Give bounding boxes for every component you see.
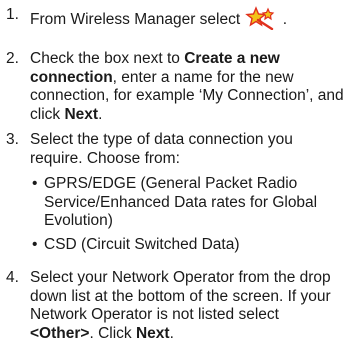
connection-type-list: GPRS/EDGE (General Packet Radio Service/… (30, 175, 346, 254)
step-number: 2. (6, 50, 19, 67)
step-text: From Wireless Manager select . (30, 6, 346, 30)
step-number: 3. (6, 131, 19, 148)
instructions-document: 1. From Wireless Manager select . 2. Che… (0, 0, 348, 347)
connection-wizard-icon (245, 6, 275, 30)
list-item: CSD (Circuit Switched Data) (30, 236, 346, 255)
step-number: 1. (6, 6, 19, 23)
other-label: <Other> (30, 324, 90, 342)
list-item: GPRS/EDGE (General Packet Radio Service/… (30, 175, 346, 231)
step-text: Select the type of data connection you r… (30, 131, 346, 254)
step-text: Select your Network Operator from the dr… (30, 269, 331, 342)
next-label: Next (135, 324, 170, 342)
step-number: 4. (6, 269, 19, 286)
step-text: Check the box next to Create a new conne… (30, 50, 344, 123)
next-label: Next (64, 105, 99, 123)
